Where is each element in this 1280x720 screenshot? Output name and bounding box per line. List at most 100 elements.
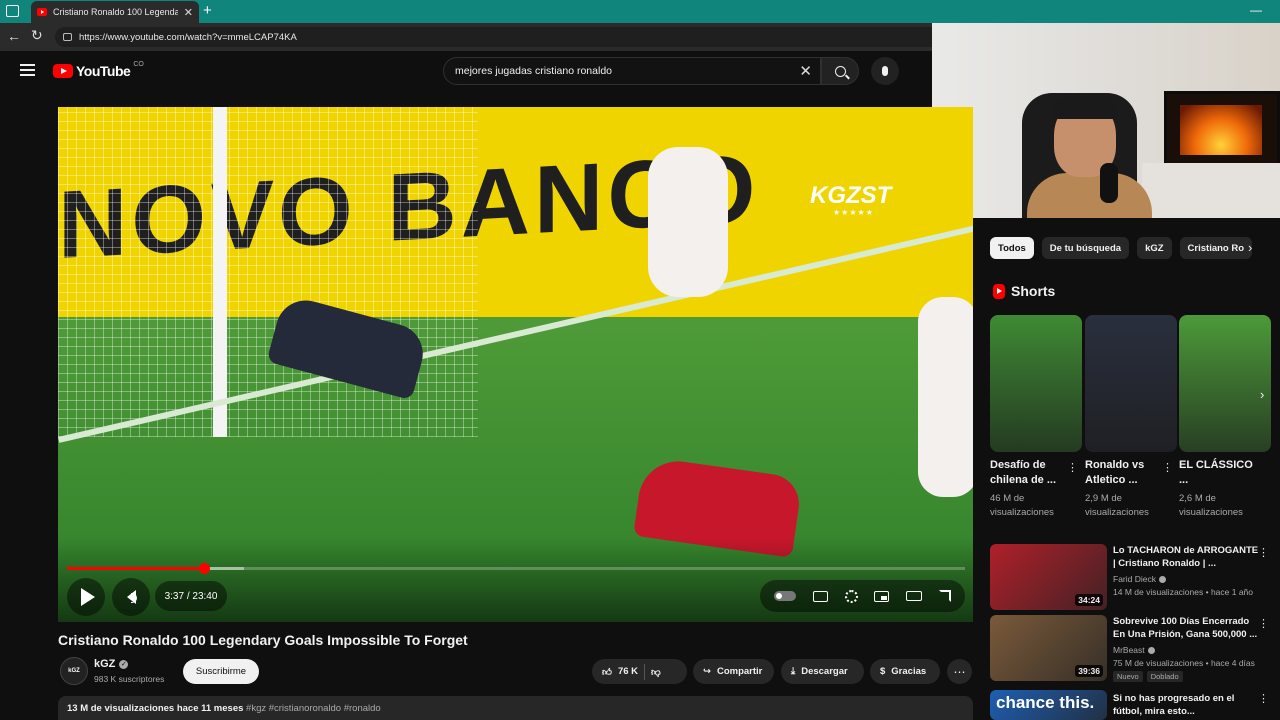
download-button[interactable]: ⤓ Descargar [781,659,864,684]
thumbnail-text: chance this. [996,693,1095,712]
short-title[interactable]: Desafío de chilena de ... [990,458,1068,488]
country-code: CO [133,61,144,68]
share-label: Compartir [716,666,763,677]
short-title[interactable]: EL CLÁSSICO ... [1179,458,1257,488]
views-and-date: 13 M de visualizaciones hace 11 meses [67,703,244,714]
theater-mode-icon[interactable] [905,591,922,601]
channel-watermark: KGZST [810,182,892,209]
like-icon[interactable]: 👍︎ [602,666,612,678]
video-thumbnail[interactable]: 34:24 [990,544,1107,610]
video-title[interactable]: Sobrevive 100 Días Encerrado En Una Pris… [1113,615,1263,641]
new-tab-button[interactable]: + [203,2,212,20]
url-text: https://www.youtube.com/watch?v=mmeLCAP7… [79,31,297,43]
subscribe-button[interactable]: Suscribirme [183,659,259,684]
webcam-microphone [1100,163,1118,203]
video-player[interactable]: NOVO BANCO KGZST ★★★★★ [58,107,973,622]
video-channel-row[interactable]: MrBeast [1113,645,1155,655]
like-dislike-group: 👍︎ 76 K 👎︎ [592,659,687,684]
site-info-icon[interactable] [63,33,72,41]
video-channel[interactable]: Farid Dieck [1113,574,1156,584]
tab-title: Cristiano Ronaldo 100 Legendary Goals Im… [53,7,178,17]
shorts-icon [993,283,1005,299]
thanks-label: Gracias [891,666,927,677]
miniplayer-icon[interactable] [874,590,890,602]
chip-de-tu-busqueda[interactable]: De tu búsqueda [1041,237,1130,259]
short-views: 46 M de visualizaciones [990,493,1054,518]
back-arrow-icon[interactable]: ← [7,28,21,44]
search-button[interactable] [821,57,859,85]
like-count[interactable]: 76 K [618,666,638,677]
browser-tab[interactable]: Cristiano Ronaldo 100 Legendary Goals Im… [31,1,199,23]
badge-dubbed: Doblado [1146,671,1183,682]
video-title: Cristiano Ronaldo 100 Legendary Goals Im… [58,632,468,648]
webcam-desk [1142,163,1280,218]
channel-name-row[interactable]: kGZ ✓ [94,658,129,670]
subtitles-icon[interactable] [812,590,828,602]
search-box[interactable]: mejores jugadas cristiano ronaldo ✕ [443,57,821,85]
chip-cristiano-ronaldo[interactable]: Cristiano Ro [1179,237,1253,259]
clear-search-icon[interactable]: ✕ [799,62,812,80]
video-channel[interactable]: MrBeast [1113,645,1145,655]
voice-search-button[interactable] [871,57,899,85]
fullscreen-icon[interactable] [938,590,951,602]
channel-avatar[interactable]: kGZ [60,657,88,685]
recommended-video[interactable]: 39:36 Sobrevive 100 Días Encerrado En Un… [990,615,1275,682]
short-item[interactable]: EL CLÁSSICO ... 2,6 M de visualizaciones [1179,315,1271,520]
youtube-logo[interactable]: YouTube CO [53,61,144,79]
play-button[interactable] [67,578,105,616]
short-thumbnail[interactable] [1085,315,1177,452]
video-menu-icon[interactable]: ⋮ [1258,617,1269,630]
reload-icon[interactable]: ↻ [31,27,43,44]
video-meta: 75 M de visualizaciones • hace 4 días [1113,658,1255,668]
autoplay-toggle[interactable] [774,591,797,601]
chip-todos[interactable]: Todos [990,237,1034,259]
video-title[interactable]: Si no has progresado en el fútbol, mira … [1113,692,1263,718]
video-title[interactable]: Lo TACHARON de ARROGANTE | Cristiano Ron… [1113,544,1263,570]
minimize-window-button[interactable]: — [1250,3,1262,17]
youtube-favicon-icon [37,8,47,16]
recommended-video[interactable]: chance this. Si no has progresado en el … [990,690,1275,720]
badge-new: Nuevo [1113,671,1143,682]
settings-gear-icon[interactable] [844,589,858,603]
shorts-next-icon[interactable]: › [1260,387,1264,402]
dislike-icon[interactable]: 👎︎ [651,666,661,678]
short-title[interactable]: Ronaldo vs Atletico ... [1085,458,1163,488]
url-field[interactable]: https://www.youtube.com/watch?v=mmeLCAP7… [55,27,932,47]
short-menu-icon[interactable]: ⋮ [1067,461,1078,474]
player-right-controls [760,580,965,612]
short-thumbnail[interactable] [1179,315,1271,452]
video-badges: Nuevo Doblado [1113,671,1183,682]
menu-icon[interactable] [20,64,35,76]
chip-kgz[interactable]: kGZ [1137,237,1172,259]
search-input[interactable]: mejores jugadas cristiano ronaldo [455,65,799,77]
volume-button[interactable] [112,578,150,616]
description-box[interactable]: 13 M de visualizaciones hace 11 meses #k… [58,696,973,720]
recommended-video[interactable]: 34:24 Lo TACHARON de ARROGANTE | Cristia… [990,544,1275,610]
video-thumbnail[interactable]: 39:36 [990,615,1107,681]
video-thumbnail[interactable]: chance this. [990,690,1107,720]
video-menu-icon[interactable]: ⋮ [1258,692,1269,705]
more-actions-icon[interactable]: ⋯ [947,659,972,684]
share-icon: ↪ [703,666,711,677]
video-menu-icon[interactable]: ⋮ [1258,546,1269,559]
channel-name[interactable]: kGZ [94,658,115,670]
verified-icon: ✓ [119,659,129,669]
short-thumbnail[interactable] [990,315,1082,452]
hashtags[interactable]: #kgz #cristianoronaldo #ronaldo [246,703,381,714]
short-menu-icon[interactable]: ⋮ [1162,461,1173,474]
short-item[interactable]: Ronaldo vs Atletico ... 2,9 M de visuali… [1085,315,1177,520]
tab-close-icon[interactable]: ✕ [184,6,193,19]
shorts-title: Shorts [1011,283,1056,299]
thanks-button[interactable]: $ Gracias [870,659,940,684]
share-button[interactable]: ↪ Compartir [693,659,774,684]
logo-wordmark: YouTube [76,63,131,79]
short-item[interactable]: Desafío de chilena de ... 46 M de visual… [990,315,1082,520]
play-icon [81,588,95,606]
filter-chips: Todos De tu búsqueda kGZ Cristiano Ro [990,237,1253,259]
video-meta: 14 M de visualizaciones • hace 1 año [1113,587,1254,597]
progress-bar[interactable] [67,563,965,574]
video-channel-row[interactable]: Farid Dieck [1113,574,1166,584]
tab-actions-icon[interactable] [6,5,19,17]
chevron-right-icon[interactable]: › [1248,240,1252,255]
goal-post [213,107,227,437]
